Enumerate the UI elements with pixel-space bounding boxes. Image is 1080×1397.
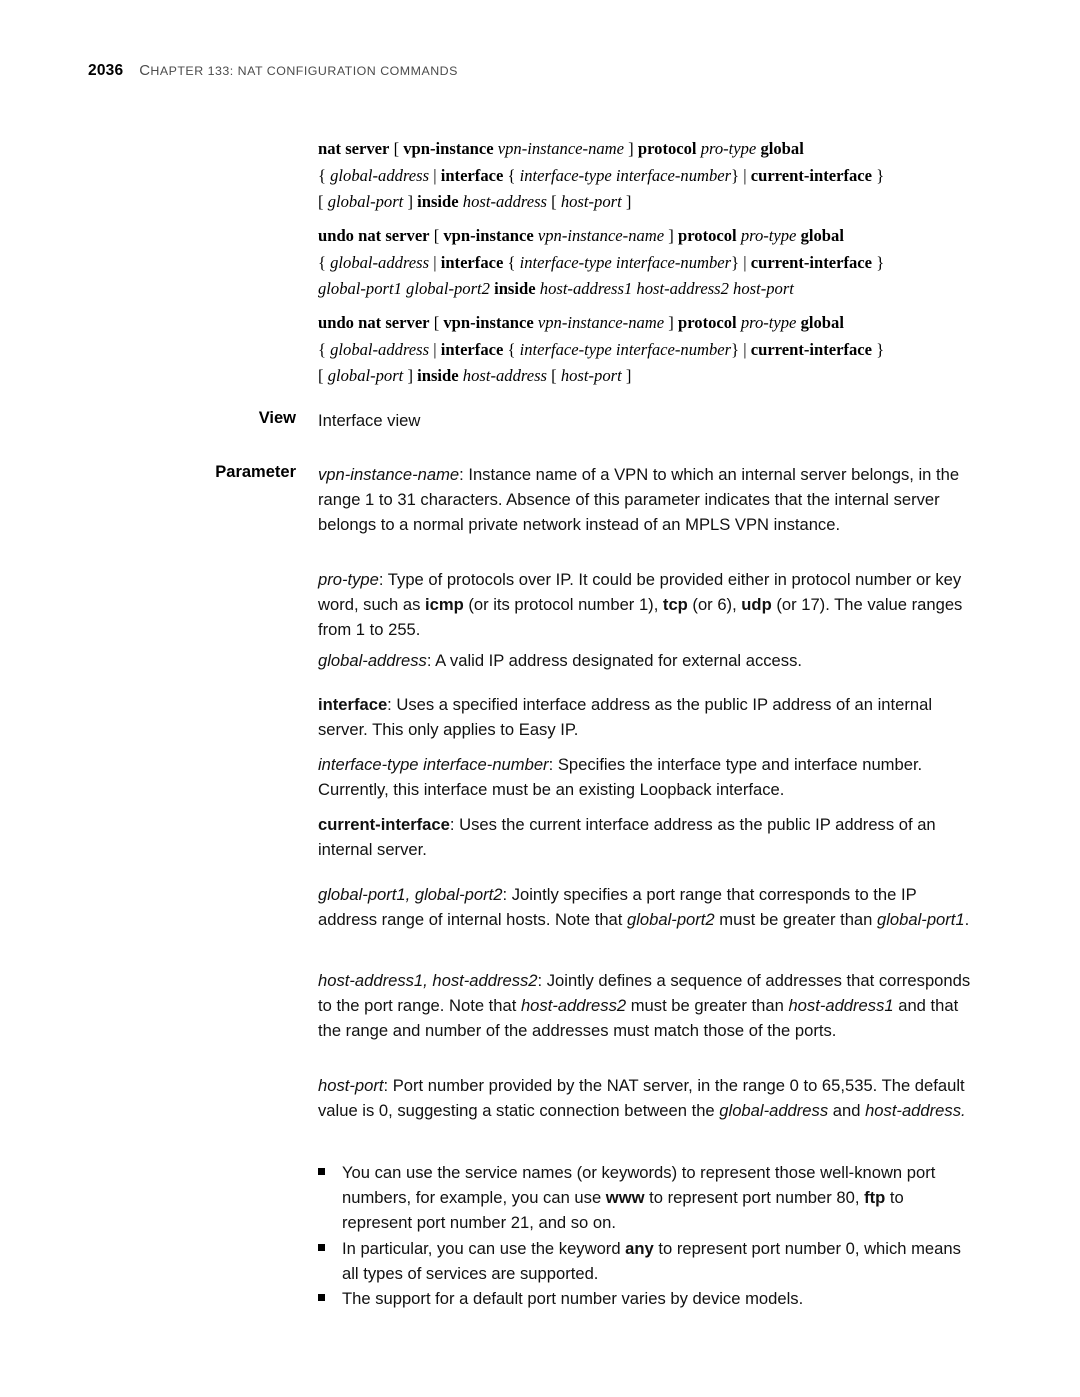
chapter-title-onfiguration: ONFIGURATION — [276, 64, 377, 78]
list-item: You can use the service names (or keywor… — [318, 1160, 974, 1236]
list-item: In particular, you can use the keyword a… — [318, 1236, 974, 1286]
syntax-block-nat-server: nat server [ vpn-instance vpn-instance-n… — [318, 139, 885, 211]
square-bullet-icon — [318, 1160, 342, 1236]
chapter-title-hapter: HAPTER — [150, 64, 204, 78]
syntax-block-undo-nat-server-single: undo nat server [ vpn-instance vpn-insta… — [318, 313, 885, 385]
parameter-paragraph: host-address1, host-address2: Jointly de… — [318, 971, 971, 1041]
parameter-paragraph: interface-type interface-number: Specifi… — [318, 755, 923, 800]
parameter-paragraph: vpn-instance-name: Instance name of a VP… — [318, 465, 960, 535]
list-item-text: You can use the service names (or keywor… — [342, 1163, 936, 1233]
view-value: Interface view — [318, 411, 421, 430]
syntax-block-undo-nat-server-range: undo nat server [ vpn-instance vpn-insta… — [318, 226, 885, 298]
parameter-paragraph: host-port: Port number provided by the N… — [318, 1076, 966, 1121]
document-page: 2036 CHAPTER 133: NAT CONFIGURATION COMM… — [0, 0, 1080, 1397]
square-bullet-icon — [318, 1286, 342, 1311]
chapter-title-c: C — [139, 62, 151, 79]
list-item-text: The support for a default port number va… — [342, 1289, 804, 1308]
list-item: The support for a default port number va… — [318, 1286, 974, 1311]
chapter-title-num: 133: NAT C — [203, 64, 277, 78]
parameter-paragraph: global-address: A valid IP address desig… — [318, 651, 802, 670]
parameter-paragraph: global-port1, global-port2: Jointly spec… — [318, 885, 970, 930]
chapter-title: CHAPTER 133: NAT CONFIGURATION COMMANDS — [139, 62, 458, 79]
list-item-text: In particular, you can use the keyword a… — [342, 1239, 961, 1284]
running-header: 2036 CHAPTER 133: NAT CONFIGURATION COMM… — [88, 62, 458, 80]
page-number: 2036 — [88, 62, 124, 79]
parameter-label: Parameter — [215, 463, 296, 481]
parameter-paragraph: current-interface: Uses the current inte… — [318, 815, 936, 860]
square-bullet-icon — [318, 1236, 342, 1286]
parameter-paragraph: interface: Uses a specified interface ad… — [318, 695, 933, 740]
chapter-title-sep: C — [376, 64, 390, 78]
chapter-title-ommands: OMMANDS — [389, 64, 458, 78]
view-label: View — [258, 409, 296, 427]
parameter-paragraph: pro-type: Type of protocols over IP. It … — [318, 570, 963, 640]
